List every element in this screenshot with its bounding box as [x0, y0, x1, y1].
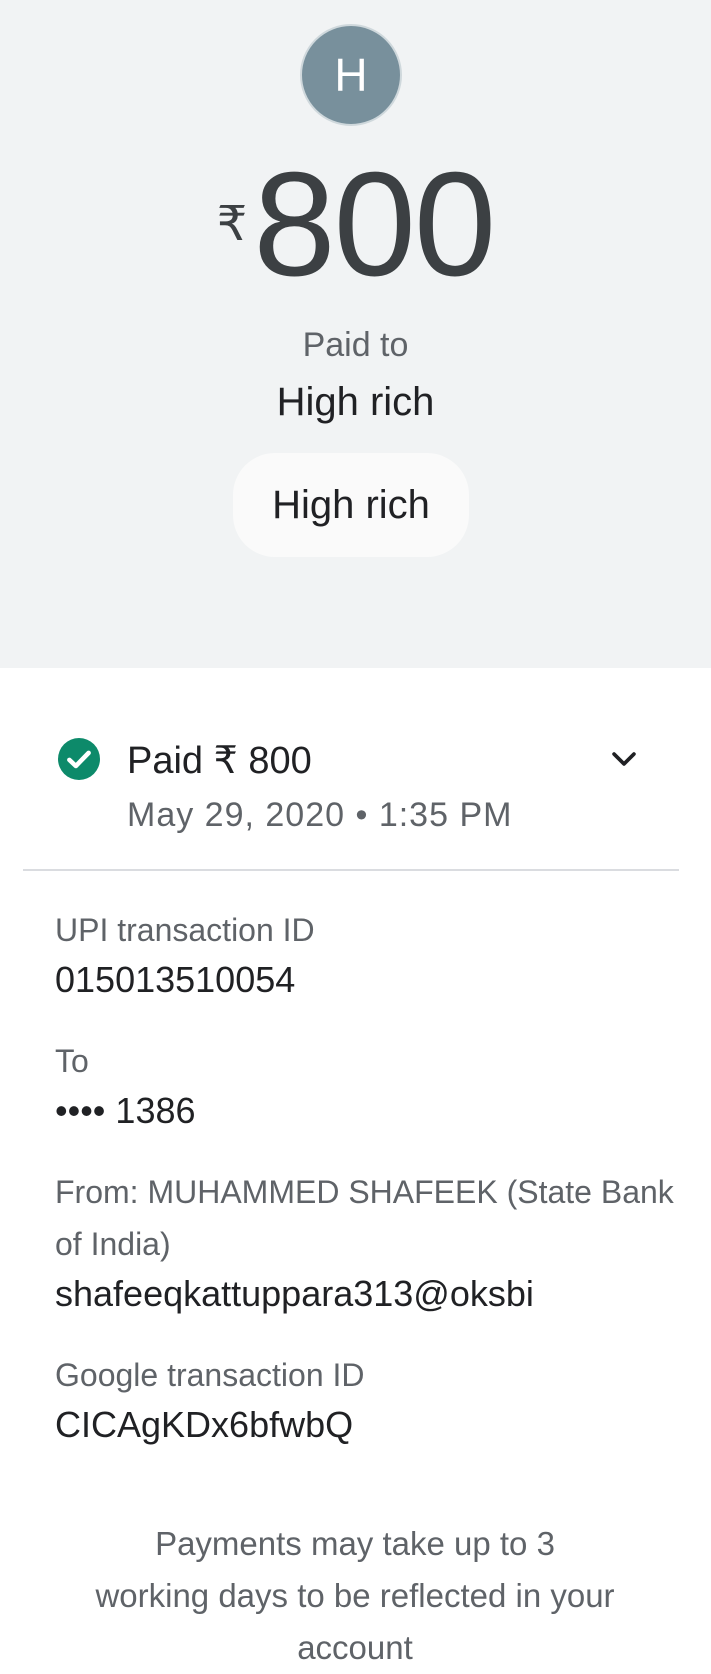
amount-display: ₹800 — [0, 150, 711, 300]
check-circle-icon — [58, 738, 100, 780]
paid-to-label: Paid to — [302, 326, 409, 364]
avatar: H — [300, 24, 402, 126]
upi-transaction-id-value: 015013510054 — [55, 959, 296, 1000]
from-upi-id-value: shafeeqkattuppara313@oksbi — [55, 1273, 534, 1314]
google-transaction-id-value: CICAgKDx6bfwbQ — [55, 1404, 354, 1445]
to-account-field: To •••• 1386 — [55, 1035, 675, 1135]
payee-name: High rich — [276, 380, 435, 424]
payment-summary-header: H ₹800 Paid to High rich High rich — [0, 0, 711, 668]
to-account-value: •••• 1386 — [55, 1090, 196, 1131]
divider — [23, 869, 679, 871]
status-title: Paid ₹ 800 — [127, 740, 312, 782]
from-label: From: MUHAMMED SHAFEEK (State Bank of In… — [55, 1174, 674, 1262]
payment-amount: 800 — [253, 142, 496, 307]
google-transaction-id-field: Google transaction ID CICAgKDx6bfwbQ — [55, 1349, 675, 1449]
chevron-down-icon[interactable] — [607, 742, 641, 776]
google-transaction-id-label: Google transaction ID — [55, 1357, 365, 1393]
upi-transaction-id-label: UPI transaction ID — [55, 912, 315, 948]
from-account-field: From: MUHAMMED SHAFEEK (State Bank of In… — [55, 1166, 675, 1318]
payee-chip[interactable]: High rich — [233, 453, 469, 557]
upi-transaction-id-field: UPI transaction ID 015013510054 — [55, 904, 675, 1004]
currency-symbol: ₹ — [216, 198, 248, 251]
status-datetime: May 29, 2020 • 1:35 PM — [127, 796, 513, 834]
to-label: To — [55, 1043, 89, 1079]
payment-status-row[interactable]: Paid ₹ 800 May 29, 2020 • 1:35 PM — [0, 730, 711, 840]
processing-notice: Payments may take up to 3 working days t… — [95, 1525, 615, 1666]
